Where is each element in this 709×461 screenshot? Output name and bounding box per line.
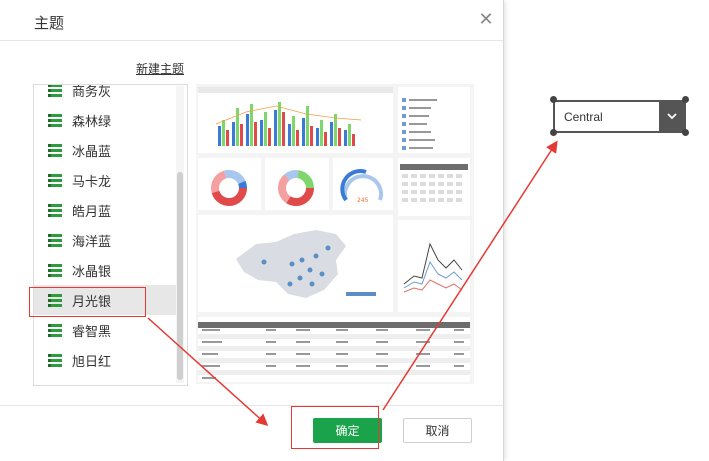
theme-item[interactable]: 马卡龙 — [34, 165, 179, 195]
theme-label: 冰晶蓝 — [72, 144, 112, 160]
theme-label: 森林绿 — [72, 114, 112, 130]
theme-item[interactable]: 商务灰 — [34, 84, 179, 105]
close-icon[interactable]: ✕ — [477, 11, 495, 29]
chevron-down-icon[interactable] — [659, 102, 684, 131]
preview-dashboard-graphic: 245 — [198, 87, 470, 382]
resize-handle[interactable] — [550, 129, 557, 136]
resize-handle[interactable] — [682, 129, 689, 136]
theme-icon — [48, 263, 62, 277]
theme-item[interactable]: 冰晶银 — [34, 255, 179, 285]
ok-button[interactable]: 确定 — [313, 418, 382, 443]
theme-style-dropdown[interactable]: Central — [553, 100, 686, 133]
resize-handle[interactable] — [550, 96, 557, 103]
theme-icon — [48, 353, 62, 367]
theme-label: 皓月蓝 — [72, 204, 112, 220]
theme-label: 月光银 — [72, 294, 112, 310]
theme-item[interactable]: 旭日红 — [34, 345, 179, 375]
background-right — [506, 0, 709, 461]
theme-label: 海洋蓝 — [72, 234, 112, 250]
theme-icon — [48, 85, 62, 97]
theme-icon — [48, 293, 62, 307]
resize-handle[interactable] — [682, 96, 689, 103]
theme-icon — [48, 113, 62, 127]
theme-label: 商务灰 — [72, 84, 112, 100]
header-divider — [0, 40, 503, 41]
footer-divider — [0, 405, 503, 406]
cancel-button[interactable]: 取消 — [403, 418, 472, 443]
theme-icon — [48, 173, 62, 187]
theme-icon — [48, 233, 62, 247]
new-theme-link[interactable]: 新建主题 — [136, 60, 184, 77]
theme-label: 冰晶银 — [72, 264, 112, 280]
dialog-title: 主题 — [34, 14, 65, 32]
theme-item[interactable]: 森林绿 — [34, 105, 179, 135]
dropdown-value: Central — [564, 109, 603, 124]
list-scrollbar-thumb[interactable] — [177, 172, 183, 380]
theme-icon — [48, 203, 62, 217]
theme-label: 睿智黑 — [72, 324, 112, 340]
theme-list: 商务灰 森林绿 冰晶蓝 马卡龙 皓月蓝 海洋蓝 冰晶银 月光银 睿智黑 旭日红 — [33, 84, 188, 386]
theme-label: 马卡龙 — [72, 174, 112, 190]
svg-text:245: 245 — [357, 197, 369, 204]
theme-item[interactable]: 海洋蓝 — [34, 225, 179, 255]
theme-icon — [48, 143, 62, 157]
theme-item[interactable]: 皓月蓝 — [34, 195, 179, 225]
theme-item[interactable]: 睿智黑 — [34, 315, 179, 345]
theme-preview-image: 245 — [196, 84, 474, 384]
theme-item[interactable]: 冰晶蓝 — [34, 135, 179, 165]
theme-item-selected[interactable]: 月光银 — [34, 285, 179, 315]
theme-label: 旭日红 — [72, 354, 112, 370]
theme-icon — [48, 323, 62, 337]
theme-dialog: 主题 ✕ 新建主题 商务灰 森林绿 冰晶蓝 马卡龙 皓月蓝 海洋蓝 冰晶银 月光… — [0, 0, 504, 461]
